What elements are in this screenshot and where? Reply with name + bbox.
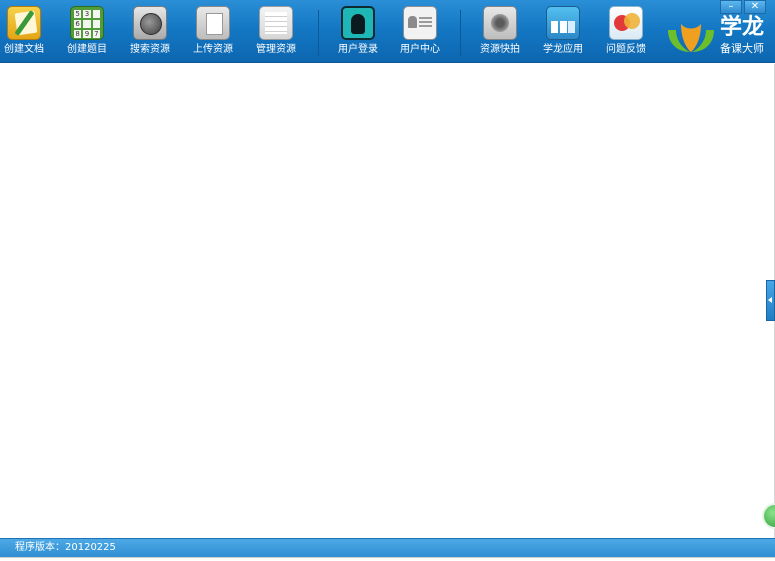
feedback-label: 问题反馈	[606, 44, 646, 55]
upload-resources-button[interactable]: 上传资源	[185, 6, 241, 58]
grid-cell: 6	[74, 20, 82, 28]
user-card-icon	[403, 6, 437, 40]
logo-title: 学龙	[720, 15, 765, 40]
number-grid-icon: 5 3 6 8 9 7	[70, 6, 104, 40]
content-area	[0, 64, 766, 538]
minimize-button[interactable]: –	[720, 0, 742, 14]
main-toolbar: 创建文档 5 3 6 8 9 7 创建题目 搜索资源 上传资源 管理资源 用户登…	[0, 0, 775, 63]
app-window-icon	[546, 6, 580, 40]
user-center-button[interactable]: 用户中心	[392, 6, 448, 58]
leaf-logo-icon	[668, 24, 714, 52]
create-document-button[interactable]: 创建文档	[0, 6, 52, 58]
camera-lens-icon	[483, 6, 517, 40]
app-window: 创建文档 5 3 6 8 9 7 创建题目 搜索资源 上传资源 管理资源 用户登…	[0, 0, 775, 561]
grid-cell: 9	[83, 30, 91, 38]
toolbar-separator	[318, 10, 319, 56]
create-document-label: 创建文档	[4, 44, 44, 55]
document-pencil-icon	[7, 6, 41, 40]
resource-snapshot-button[interactable]: 资源快拍	[472, 6, 528, 58]
toolbar-separator	[460, 10, 461, 56]
search-resources-button[interactable]: 搜索资源	[122, 6, 178, 58]
search-resources-label: 搜索资源	[130, 44, 170, 55]
user-center-label: 用户中心	[400, 44, 440, 55]
xuelong-apps-label: 学龙应用	[543, 44, 583, 55]
manage-resources-button[interactable]: 管理资源	[248, 6, 304, 58]
version-text: 程序版本：20120225	[15, 542, 116, 554]
close-button[interactable]: ✕	[744, 0, 766, 14]
window-bottom-edge	[0, 557, 775, 561]
user-login-button[interactable]: 用户登录	[330, 6, 386, 58]
grid-cell	[92, 10, 100, 18]
feedback-button[interactable]: 问题反馈	[598, 6, 654, 58]
manage-resources-label: 管理资源	[256, 44, 296, 55]
xuelong-apps-button[interactable]: 学龙应用	[535, 6, 591, 58]
grid-cell: 5	[74, 10, 82, 18]
create-question-button[interactable]: 5 3 6 8 9 7 创建题目	[59, 6, 115, 58]
feedback-bubble-icon	[609, 6, 643, 40]
grid-cell: 7	[92, 30, 100, 38]
status-bar: 程序版本：20120225	[0, 538, 775, 557]
user-login-label: 用户登录	[338, 44, 378, 55]
upload-file-icon	[196, 6, 230, 40]
grid-cell: 3	[83, 10, 91, 18]
manage-list-icon	[259, 6, 293, 40]
side-panel-toggle[interactable]	[766, 280, 775, 321]
grid-cell	[83, 20, 91, 28]
create-question-label: 创建题目	[67, 44, 107, 55]
resource-snapshot-label: 资源快拍	[480, 44, 520, 55]
logo-subtitle: 备课大师	[720, 42, 764, 55]
search-lens-icon	[133, 6, 167, 40]
grid-cell	[92, 20, 100, 28]
app-logo: 学龙 备课大师	[666, 14, 774, 60]
version-label: 程序版本：	[15, 542, 65, 553]
version-number: 20120225	[65, 542, 116, 553]
user-silhouette-icon	[341, 6, 375, 40]
upload-resources-label: 上传资源	[193, 44, 233, 55]
grid-cell: 8	[74, 30, 82, 38]
